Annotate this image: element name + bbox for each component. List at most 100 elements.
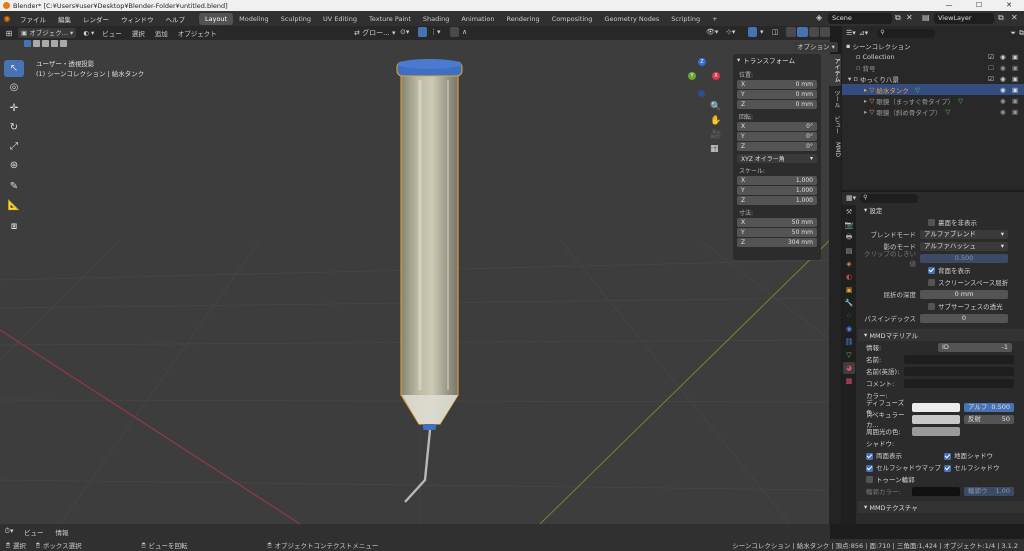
scale-z-field[interactable]: Z 1.000 [737,196,817,205]
outliner-item[interactable]: ▫ 背号 ☐ ◉ ▣ [842,62,1024,73]
object-tab-icon[interactable]: ▣ [843,284,855,296]
zoom-icon[interactable]: 🔍 [710,102,721,112]
eye-icon[interactable]: ◉ [1000,86,1006,94]
eye-icon[interactable]: ◉ [1000,108,1006,116]
rotation-y-field[interactable]: Y 0° [737,132,817,141]
outliner-search-input[interactable]: ⚲ [877,28,936,38]
filter-display-icon[interactable]: ⊿▾ [859,29,874,37]
view-layer-selector[interactable]: ViewLayer [934,13,994,24]
tab-view[interactable]: ビュー [829,112,841,138]
add-cube-tool-icon[interactable]: ⧆ [4,218,24,235]
tab-mmd[interactable]: MMD [829,138,841,161]
tab-rendering[interactable]: Rendering [500,13,545,25]
overlay-dropdown-icon[interactable]: ▾ [760,28,764,36]
outliner-item[interactable]: ▫ Collection ☑ ◉ ▣ [842,51,1024,62]
comment-field[interactable] [904,378,1014,388]
pan-hand-icon[interactable]: ✋ [710,116,721,126]
neg-z-gizmo-icon[interactable] [698,90,705,97]
screen-refraction-checkbox[interactable]: スクリーンスペース屈折 [858,276,1024,288]
new-view-layer-icon[interactable]: ⧉ [998,13,1004,23]
mmd-texture-section-header[interactable]: ▾ MMDテクスチャ [858,501,1024,513]
pivot-icon[interactable]: ⊙▾ [400,28,409,36]
camera-icon[interactable]: ▣ [1012,97,1018,105]
data-tab-icon[interactable]: ▽ [843,349,855,361]
reflect-slider[interactable]: 反射 50 [964,414,1014,424]
navigation-gizmo[interactable]: Z X Y [686,58,726,98]
menu-object[interactable]: オブジェクト [173,28,222,38]
proportional-edit-icon[interactable] [450,27,459,37]
snap-toggle-icon[interactable] [418,27,427,37]
scene-tab-icon[interactable]: ◈ [843,258,855,270]
toon-edge-checkbox[interactable]: トゥーン輪郭 [858,473,1024,485]
tab-shading[interactable]: Shading [417,13,455,25]
select-tool-icon[interactable]: ↖ [4,60,24,77]
minimize-button[interactable]: — [934,0,964,11]
viewport-options-button[interactable]: オプション ▾ [794,42,838,52]
new-scene-icon[interactable]: ⧉ [895,13,901,23]
render-tab-icon[interactable]: 📷 [843,219,855,231]
y-axis-gizmo-icon[interactable]: Y [688,72,696,80]
world-tab-icon[interactable]: ◐ [843,271,855,283]
dimensions-y-field[interactable]: Y 50 mm [737,228,817,237]
perspective-grid-icon[interactable]: ▦ [710,144,721,154]
tab-scripting[interactable]: Scripting [665,13,706,25]
outliner-root[interactable]: ▪ シーンコレクション [842,40,1024,51]
x-axis-gizmo-icon[interactable]: X [712,72,720,80]
overlay-toggle-icon[interactable] [748,27,757,37]
select-new-icon[interactable] [24,40,31,47]
properties-search-input[interactable]: ⚲ [860,193,919,203]
scale-tool-icon[interactable]: ⤢ [4,138,24,155]
alpha-slider[interactable]: アルフ 0.500 [964,402,1014,412]
id-field[interactable]: ID -1 [938,342,1012,352]
tab-geometry-nodes[interactable]: Geometry Nodes [598,13,665,25]
location-x-field[interactable]: X0 mm [737,80,817,89]
edge-weight-slider[interactable]: 輪郭ウ 1.00 [964,486,1014,496]
mmd-material-section-header[interactable]: ▾ MMDマテリアル [858,329,1024,341]
tab-tool[interactable]: ツール [829,86,841,112]
measure-tool-icon[interactable]: 📐 [4,197,24,214]
outliner-item[interactable]: ▸ ▽ 眼鏡（まっすぐ骨タイプ） ▽ ◉ ▣ [842,95,1024,106]
tab-animation[interactable]: Animation [455,13,500,25]
water-tank-object[interactable] [396,59,463,503]
rotation-mode-dropdown[interactable]: XYZ オイラー角 ▾ [737,154,817,163]
menu-view[interactable]: ビュー [18,527,50,537]
camera-icon[interactable]: ▣ [1012,86,1018,94]
subsurface-checkbox[interactable]: サブサーフェスの透光 [858,300,1024,312]
gizmo-icon[interactable]: ⊹▾ [726,28,735,36]
location-z-field[interactable]: Z0 mm [737,100,817,109]
chevron-down-icon[interactable]: ▾ [848,75,851,83]
menu-edit[interactable]: 編集 [52,14,77,24]
dimensions-z-field[interactable]: Z 304 mm [737,238,817,247]
select-intersect-icon[interactable] [60,40,67,47]
camera-icon[interactable]: ▣ [1012,64,1018,72]
eye-icon[interactable]: ◉ [1000,97,1006,105]
editor-type-icon[interactable]: ▦▾ [846,194,856,202]
eye-icon[interactable]: ◉ [1000,64,1006,72]
blend-mode-dropdown[interactable]: アルファブレンド ▾ [920,229,1008,239]
settings-section-header[interactable]: ▾ 設定 [858,204,1024,216]
menu-help[interactable]: ヘルプ [160,14,192,24]
filter-icon[interactable]: ⏷ [1010,29,1016,38]
select-mode-icons[interactable]: ◐ ▾ [80,28,97,38]
remove-view-layer-icon[interactable]: ✕ [1011,13,1018,22]
3d-viewport[interactable]: ユーザー・透視投影 (1) シーンコレクション | 給水タンク Z X Y 🔍 … [0,40,830,524]
clip-threshold-slider[interactable]: 0.500 [920,253,1008,263]
tab-item[interactable]: アイテム [829,54,841,86]
location-y-field[interactable]: Y0 mm [737,90,817,99]
menu-window[interactable]: ウィンドウ [115,14,160,24]
scale-x-field[interactable]: X 1.000 [737,176,817,185]
new-collection-icon[interactable]: ⧉ [1019,29,1024,38]
tool-tab-icon[interactable]: ⚒ [843,206,855,218]
visibility-icon[interactable]: 👁▾ [706,28,718,36]
view-layer-tab-icon[interactable]: ▤ [843,245,855,257]
transform-tool-icon[interactable]: ⊛ [4,157,24,174]
select-invert-icon[interactable] [51,40,58,47]
chevron-right-icon[interactable]: ▸ [864,86,867,94]
constraints-tab-icon[interactable]: ⛓ [843,336,855,348]
blender-menu-icon[interactable]: ◉ [0,14,14,23]
texture-tab-icon[interactable]: ▩ [843,375,855,387]
shadow-mode-dropdown[interactable]: アルファハッシュ ▾ [920,241,1008,251]
menu-view[interactable]: ビュー [97,28,127,38]
mode-selector[interactable]: ▣ オブジェク... ▾ [18,28,77,38]
remove-scene-icon[interactable]: ✕ [906,13,913,22]
